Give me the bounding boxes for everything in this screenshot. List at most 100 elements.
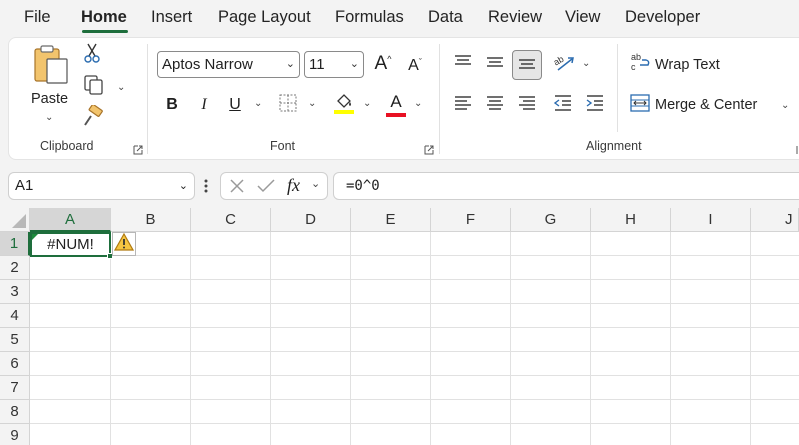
paste-button[interactable] bbox=[29, 44, 73, 90]
bold-button[interactable]: B bbox=[161, 93, 183, 117]
align-middle-button[interactable] bbox=[483, 52, 507, 76]
orientation-dropdown-icon[interactable]: ⌄ bbox=[582, 58, 590, 69]
merge-center-button[interactable]: Merge & Center bbox=[655, 97, 757, 113]
wrap-text-button[interactable]: Wrap Text bbox=[655, 57, 720, 73]
name-box[interactable]: A1 ⌄ bbox=[8, 172, 195, 200]
format-painter-button[interactable] bbox=[81, 103, 105, 130]
align-right-icon bbox=[517, 94, 537, 117]
column-header[interactable]: E bbox=[351, 208, 431, 232]
borders-button[interactable] bbox=[277, 94, 299, 116]
insert-function-button[interactable]: fx bbox=[287, 175, 300, 196]
chevron-down-icon: ⌄ bbox=[178, 180, 188, 192]
tab-formulas[interactable]: Formulas bbox=[335, 8, 404, 27]
cell-gridlines[interactable] bbox=[30, 232, 799, 445]
fill-color-dropdown-icon[interactable]: ⌄ bbox=[363, 98, 371, 109]
copy-icon bbox=[83, 74, 105, 101]
error-checking-button[interactable] bbox=[112, 232, 136, 256]
font-color-button[interactable]: A bbox=[384, 92, 408, 118]
row-header[interactable]: 9 bbox=[0, 424, 30, 445]
align-right-button[interactable] bbox=[515, 93, 539, 117]
tab-page-layout[interactable]: Page Layout bbox=[218, 8, 311, 27]
row-header[interactable]: 4 bbox=[0, 304, 30, 328]
font-launcher-icon[interactable] bbox=[424, 142, 434, 155]
borders-icon bbox=[279, 94, 297, 117]
align-top-button[interactable] bbox=[451, 52, 475, 76]
shrink-font-icon: A bbox=[408, 57, 419, 74]
column-header[interactable]: H bbox=[591, 208, 671, 232]
orientation-button[interactable]: ab bbox=[551, 52, 577, 76]
merge-center-icon-button[interactable] bbox=[629, 93, 651, 116]
shrink-font-button[interactable]: Aˇ bbox=[403, 54, 427, 78]
row-header[interactable]: 6 bbox=[0, 352, 30, 376]
align-center-button[interactable] bbox=[483, 93, 507, 117]
column-header[interactable]: C bbox=[191, 208, 271, 232]
underline-dropdown-icon[interactable]: ⌄ bbox=[254, 98, 262, 109]
ribbon-separator bbox=[439, 44, 440, 154]
clipboard-launcher-icon[interactable] bbox=[133, 142, 143, 155]
font-size-combo[interactable]: 11 ⌄ bbox=[304, 51, 364, 78]
tab-developer[interactable]: Developer bbox=[625, 8, 700, 27]
text-orientation-icon: ab bbox=[552, 51, 576, 78]
active-cell-a1[interactable]: #NUM! bbox=[30, 232, 111, 257]
row-header[interactable]: 5 bbox=[0, 328, 30, 352]
grow-font-button[interactable]: A ^ bbox=[371, 52, 395, 76]
column-header[interactable]: F bbox=[431, 208, 511, 232]
tab-file[interactable]: File bbox=[24, 8, 51, 27]
cut-button[interactable] bbox=[81, 43, 103, 66]
increase-indent-button[interactable] bbox=[583, 93, 607, 117]
italic-button[interactable]: I bbox=[193, 93, 215, 117]
copy-dropdown-icon[interactable]: ⌄ bbox=[117, 82, 125, 93]
tab-view[interactable]: View bbox=[565, 8, 600, 27]
decrease-indent-button[interactable] bbox=[551, 93, 575, 117]
align-bottom-button[interactable] bbox=[512, 50, 542, 80]
row-header[interactable]: 1 bbox=[0, 232, 30, 256]
font-color-dropdown-icon[interactable]: ⌄ bbox=[414, 98, 422, 109]
row-header[interactable]: 7 bbox=[0, 376, 30, 400]
paint-bucket-icon bbox=[333, 91, 355, 120]
merge-center-dropdown-icon[interactable]: ⌄ bbox=[781, 100, 789, 111]
menu-bar: File Home Insert Page Layout Formulas Da… bbox=[0, 0, 799, 36]
align-top-icon bbox=[453, 54, 473, 75]
formula-input[interactable]: =0^0 bbox=[333, 172, 799, 200]
copy-button[interactable] bbox=[81, 74, 107, 101]
clipboard-group-label: Clipboard bbox=[40, 139, 94, 153]
borders-dropdown-icon[interactable]: ⌄ bbox=[308, 98, 316, 109]
wrap-text-icon-button[interactable]: ab c bbox=[629, 52, 653, 76]
font-color-swatch bbox=[386, 113, 406, 117]
select-all-corner[interactable] bbox=[0, 208, 30, 232]
cell-value: #NUM! bbox=[47, 236, 94, 253]
column-header[interactable]: J bbox=[751, 208, 799, 232]
decrease-indent-icon bbox=[553, 94, 573, 117]
column-header[interactable]: I bbox=[671, 208, 751, 232]
chevron-down-icon[interactable]: ⌄ bbox=[311, 177, 320, 190]
row-header[interactable]: 8 bbox=[0, 400, 30, 424]
caret-up-icon: ^ bbox=[387, 54, 392, 64]
tab-data[interactable]: Data bbox=[428, 8, 463, 27]
chevron-down-icon: ⌄ bbox=[285, 58, 295, 70]
column-header[interactable]: B bbox=[111, 208, 191, 232]
cancel-icon[interactable] bbox=[228, 177, 246, 200]
align-middle-icon bbox=[485, 54, 505, 75]
underline-button[interactable]: U bbox=[224, 93, 246, 117]
ribbon-separator bbox=[147, 44, 148, 154]
more-options-icon[interactable] bbox=[204, 178, 208, 194]
paste-dropdown-icon[interactable]: ⌄ bbox=[45, 112, 53, 123]
row-header[interactable]: 2 bbox=[0, 256, 30, 280]
ribbon: Paste ⌄ ⌄ Clipboard Aptos Narrow ⌄ 11 ⌄ … bbox=[8, 37, 799, 160]
column-header[interactable]: D bbox=[271, 208, 351, 232]
column-header[interactable]: G bbox=[511, 208, 591, 232]
tab-insert[interactable]: Insert bbox=[151, 8, 192, 27]
confirm-icon[interactable] bbox=[256, 177, 276, 200]
svg-text:ab: ab bbox=[631, 52, 641, 62]
active-tab-indicator bbox=[82, 30, 128, 33]
tab-review[interactable]: Review bbox=[488, 8, 542, 27]
name-box-value: A1 bbox=[15, 177, 34, 194]
row-header[interactable]: 3 bbox=[0, 280, 30, 304]
svg-text:c: c bbox=[631, 62, 636, 72]
align-left-button[interactable] bbox=[451, 93, 475, 117]
tab-home[interactable]: Home bbox=[81, 8, 127, 27]
column-header[interactable]: A bbox=[30, 208, 111, 232]
fill-color-button[interactable] bbox=[332, 92, 356, 118]
font-name-combo[interactable]: Aptos Narrow ⌄ bbox=[157, 51, 300, 78]
font-size-value: 11 bbox=[309, 56, 325, 73]
